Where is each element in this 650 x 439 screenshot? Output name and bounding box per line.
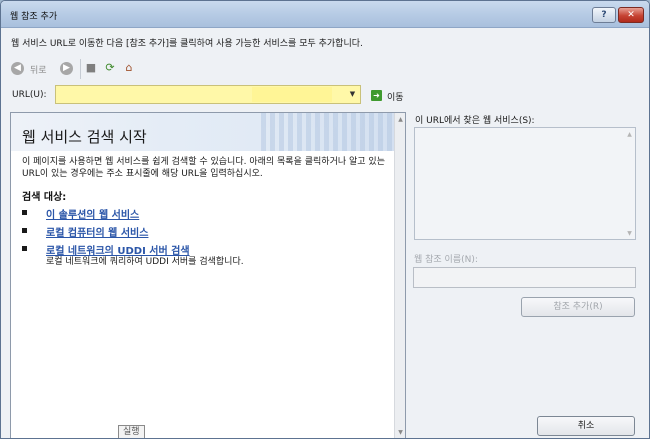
add-web-reference-dialog: 웹 참조 추가 ? ✕ 웹 서비스 URL로 이동한 다음 [참조 추가]를 클… (0, 0, 650, 439)
tooltip: 실행 (118, 425, 145, 438)
vertical-scrollbar[interactable]: ▲ ▼ (394, 113, 405, 438)
found-services-label: 이 URL에서 찾은 웹 서비스(S): (415, 116, 535, 126)
link-local-computer-services[interactable]: 로컬 컴퓨터의 웹 서비스 (46, 224, 148, 239)
reference-name-input[interactable] (413, 267, 636, 288)
go-label: 이동 (387, 93, 404, 103)
url-input[interactable]: ▼ (55, 85, 361, 104)
help-button[interactable]: ? (592, 7, 616, 23)
go-button[interactable]: ➜ 이동 (371, 89, 411, 103)
window-title: 웹 참조 추가 (10, 12, 58, 22)
toolbar-divider (80, 59, 81, 79)
link-solution-services[interactable]: 이 솔루션의 웹 서비스 (46, 206, 139, 221)
home-icon[interactable]: ⌂ (122, 61, 136, 75)
instruction-text: 웹 서비스 URL로 이동한 다음 [참조 추가]를 클릭하여 사용 가능한 서… (11, 39, 363, 49)
banner-decoration (261, 113, 405, 151)
bullet-icon (22, 210, 27, 215)
stop-icon[interactable]: ■ (84, 61, 98, 75)
refresh-icon[interactable]: ⟳ (103, 61, 117, 75)
back-label[interactable]: 뒤로 (30, 63, 47, 76)
scroll-down-icon[interactable]: ▼ (396, 428, 405, 437)
scroll-down-icon[interactable]: ▼ (625, 229, 634, 238)
banner: 웹 서비스 검색 시작 (11, 113, 405, 151)
add-reference-button[interactable]: 참조 추가(R) (521, 297, 635, 317)
url-value (252, 87, 332, 102)
browser-pane: 웹 서비스 검색 시작 이 페이지를 사용하면 웹 서비스를 쉽게 검색할 수 … (10, 112, 406, 438)
browser-toolbar: ◀ 뒤로 ▶ ■ ⟳ ⌂ (11, 59, 211, 79)
services-list[interactable]: ▲ ▼ (414, 127, 636, 240)
url-label: URL(U): (12, 90, 47, 100)
bullet-icon (22, 228, 27, 233)
uddi-description: 로컬 네트워크에 쿼리하여 UDDI 서버를 검색합니다. (46, 257, 244, 267)
back-icon[interactable]: ◀ (11, 62, 24, 75)
intro-text: 이 페이지를 사용하면 웹 서비스를 쉽게 검색할 수 있습니다. 아래의 목록… (22, 157, 385, 179)
search-target-label: 검색 대상: (22, 192, 67, 203)
close-button[interactable]: ✕ (618, 7, 644, 23)
title-bar[interactable]: 웹 참조 추가 ? ✕ (1, 1, 649, 28)
banner-title: 웹 서비스 검색 시작 (22, 128, 147, 146)
scroll-up-icon[interactable]: ▲ (625, 130, 634, 139)
chevron-down-icon[interactable]: ▼ (346, 87, 359, 102)
cancel-button[interactable]: 취소 (537, 416, 635, 436)
scroll-up-icon[interactable]: ▲ (396, 115, 405, 124)
arrow-right-icon: ➜ (371, 90, 382, 101)
forward-icon[interactable]: ▶ (60, 62, 73, 75)
reference-name-label: 웹 참조 이름(N): (414, 255, 478, 265)
bullet-icon (22, 246, 27, 251)
